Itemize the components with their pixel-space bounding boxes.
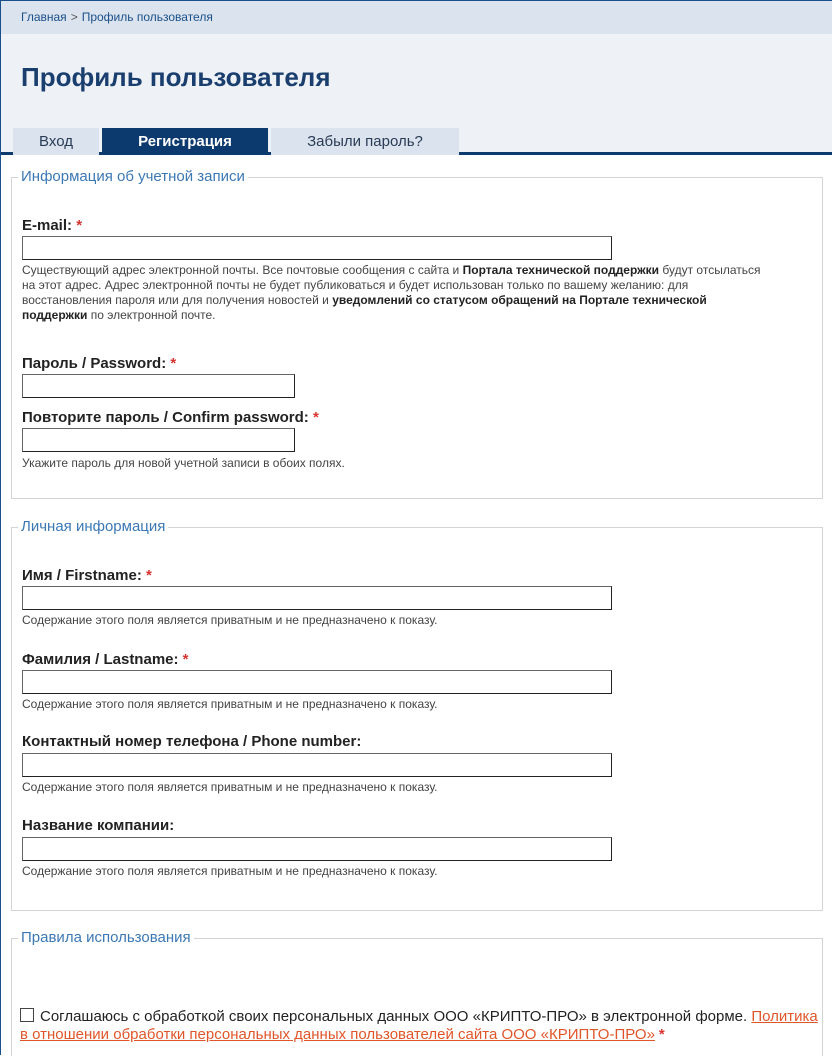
breadcrumb: Главная > Профиль пользователя [1, 1, 832, 34]
company-field[interactable] [22, 837, 612, 861]
email-label: E-mail: * [22, 217, 82, 234]
password-field[interactable] [22, 374, 295, 398]
phone-field[interactable] [22, 753, 612, 777]
agree-text: Соглашаюсь с обработкой своих персональн… [40, 1008, 752, 1025]
breadcrumb-separator: > [70, 10, 78, 24]
email-label-text: E-mail: [22, 217, 73, 234]
email-field[interactable] [22, 236, 612, 260]
personal-info-fieldset: Личная информация Имя / Firstname: * Сод… [11, 517, 823, 911]
required-mark: * [658, 1026, 665, 1043]
lastname-field[interactable] [22, 670, 612, 694]
confirm-password-label-text: Повторите пароль / Confirm password: [22, 409, 309, 426]
required-mark: * [76, 217, 83, 234]
confirm-password-label: Повторите пароль / Confirm password: * [22, 409, 319, 426]
required-mark: * [312, 409, 319, 426]
account-info-legend: Информация об учетной записи [18, 167, 248, 187]
required-mark: * [146, 567, 152, 584]
breadcrumb-current: Профиль пользователя [81, 10, 213, 24]
page-title: Профиль пользователя [21, 62, 331, 92]
email-help-part3: по электронной почте. [87, 308, 216, 322]
breadcrumb-home-link[interactable]: Главная [21, 10, 67, 24]
tab-registration[interactable]: Регистрация [102, 128, 268, 155]
password-label-text: Пароль / Password: [22, 355, 167, 372]
terms-agree-line: Соглашаюсь с обработкой своих персональн… [20, 1008, 820, 1044]
account-info-fieldset: Информация об учетной записи E-mail: * С… [11, 167, 823, 499]
title-bar: Профиль пользователя [1, 34, 832, 122]
tab-bar: Вход Регистрация Забыли пароль? [1, 122, 832, 155]
terms-legend: Правила использования [18, 928, 194, 948]
personal-info-legend: Личная информация [18, 517, 169, 537]
firstname-label-text: Имя / Firstname: [22, 567, 142, 584]
lastname-label: Фамилия / Lastname: * [22, 651, 189, 668]
phone-help: Содержание этого поля является приватным… [22, 780, 438, 794]
company-help: Содержание этого поля является приватным… [22, 864, 438, 878]
phone-label: Контактный номер телефона / Phone number… [22, 733, 362, 750]
confirm-password-field[interactable] [22, 428, 295, 452]
required-mark: * [170, 355, 177, 372]
lastname-help: Содержание этого поля является приватным… [22, 697, 438, 711]
page: Главная > Профиль пользователя Профиль пол… [0, 0, 832, 1056]
lastname-label-text: Фамилия / Lastname: [22, 651, 179, 668]
company-label: Название компании: [22, 817, 175, 834]
firstname-help: Содержание этого поля является приватным… [22, 613, 438, 627]
firstname-label: Имя / Firstname: * [22, 567, 152, 584]
firstname-field[interactable] [22, 586, 612, 610]
email-help-bold1: Портала технической поддержки [462, 263, 660, 277]
required-mark: * [182, 651, 189, 668]
password-label: Пароль / Password: * [22, 355, 176, 372]
tab-forgot-password[interactable]: Забыли пароль? [271, 128, 459, 155]
email-help-part1: Существующий адрес электронной почты. Вс… [22, 263, 463, 277]
terms-fieldset: Правила использования Соглашаюсь с обраб… [11, 928, 823, 1056]
email-help: Существующий адрес электронной почты. Вс… [22, 263, 762, 323]
tab-login[interactable]: Вход [13, 128, 99, 155]
password-help: Укажите пароль для новой учетной записи … [22, 456, 345, 470]
agree-checkbox[interactable] [20, 1008, 34, 1022]
